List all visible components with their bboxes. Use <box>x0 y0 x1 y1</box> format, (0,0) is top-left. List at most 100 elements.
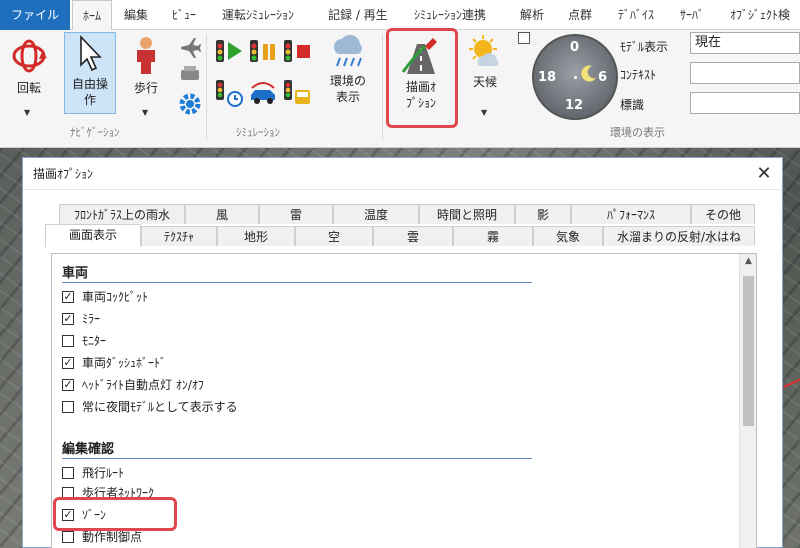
option-label: ﾓﾆﾀｰ <box>82 334 107 348</box>
checkbox[interactable]: ✓ <box>62 312 74 325</box>
play-traffic-icon[interactable] <box>214 36 244 66</box>
dialog-title: 描画ｵﾌﾟｼｮﾝ <box>23 158 782 190</box>
tab-clouds[interactable]: 雲 <box>373 226 453 246</box>
chevron-down-icon: ▼ <box>24 108 31 117</box>
car-icon[interactable] <box>248 78 278 108</box>
sign-field[interactable] <box>690 92 800 114</box>
cloud-rain-icon <box>333 34 362 67</box>
clock-label-6: 6 <box>598 70 608 85</box>
option-label: 車両ﾀﾞｯｼｭﾎﾞｰﾄﾞ <box>82 356 167 370</box>
tab-file[interactable]: ファイル <box>0 0 70 30</box>
group-separator <box>382 34 383 140</box>
weather-button[interactable]: 天候 ▼ <box>462 34 508 120</box>
tab-shadow[interactable]: 影 <box>515 204 571 224</box>
option-label: 常に夜間ﾓﾃﾞﾙとして表示する <box>82 400 238 414</box>
tab-wind[interactable]: 風 <box>185 204 259 224</box>
option-mirror[interactable]: ✓ ﾐﾗｰ <box>62 310 100 328</box>
option-monitor[interactable]: ﾓﾆﾀｰ <box>62 332 106 350</box>
tab-texture[interactable]: ﾃｸｽﾁｬ <box>141 226 217 246</box>
dial-center <box>574 76 577 79</box>
tab-home[interactable]: ﾎｰﾑ <box>72 0 112 31</box>
draw-options-dialog: 描画ｵﾌﾟｼｮﾝ ✕ ﾌﾛﾝﾄｶﾞﾗｽ上の雨水 風 雷 温度 時間と照明 影 ﾊ… <box>22 157 783 548</box>
tab-fog[interactable]: 霧 <box>453 226 533 246</box>
checkbox[interactable]: ✓ <box>62 378 74 391</box>
screen-display-panel: 車両 ✓ 車両ｺｯｸﾋﾟｯﾄ ✓ ﾐﾗｰ ﾓﾆﾀｰ ✓ 車両ﾀﾞｯｼｭﾎﾞｰﾄﾞ ✓ ﾍ… <box>51 253 757 548</box>
rotate-label: 回転 <box>16 81 41 95</box>
section-divider <box>62 458 532 459</box>
cursor-arrow-icon <box>80 34 102 72</box>
clock-toggle-checkbox[interactable] <box>518 32 530 44</box>
tab-terrain[interactable]: 地形 <box>217 226 295 246</box>
checkbox[interactable]: ✓ <box>62 356 74 369</box>
option-label: ﾍｯﾄﾞﾗｲﾄ自動点灯 ｵﾝ/ｵﾌ <box>82 378 204 392</box>
tab-lightning[interactable]: 雷 <box>259 204 333 224</box>
weather-label: 天候 <box>472 75 497 89</box>
context-field[interactable] <box>690 62 800 84</box>
close-icon[interactable]: ✕ <box>754 164 774 184</box>
sun-cloud-icon <box>469 35 499 66</box>
option-label: 飛行ﾙｰﾄ <box>82 466 125 480</box>
tab-server[interactable]: ｻｰﾊﾞ <box>680 0 704 30</box>
group-label-navigation: ﾅﾋﾞｹﾞｰｼｮﾝ <box>70 126 120 139</box>
checkbox[interactable] <box>62 400 74 413</box>
walk-button[interactable]: 歩行 ▼ <box>124 34 168 120</box>
model-display-select[interactable]: 現在 <box>690 32 800 54</box>
rotate-icon <box>12 39 47 73</box>
checkbox[interactable] <box>62 466 74 479</box>
free-operation-button[interactable]: 自由操 作 <box>64 32 116 114</box>
tab-puddle-reflection[interactable]: 水溜まりの反射/水はね <box>603 226 755 246</box>
tab-device[interactable]: ﾃﾞﾊﾞｲｽ <box>618 0 654 30</box>
environment-display-button[interactable]: 環境の 表示 <box>318 34 378 120</box>
tab-windshield-rain[interactable]: ﾌﾛﾝﾄｶﾞﾗｽ上の雨水 <box>59 204 185 224</box>
rotate-button[interactable]: 回転 ▼ <box>4 34 54 120</box>
free-operation-label-1: 自由操 <box>71 77 108 91</box>
option-flight-route[interactable]: 飛行ﾙｰﾄ <box>62 464 124 482</box>
scroll-thumb[interactable] <box>743 276 754 426</box>
model-display-label: ﾓﾃﾞﾙ表示 <box>620 40 669 54</box>
checkbox[interactable] <box>62 530 74 543</box>
pedestrian-icon <box>137 37 155 74</box>
tab-drive-simulation[interactable]: 運転ｼﾐｭﾚｰｼｮﾝ <box>222 0 294 30</box>
section-heading-edit-check: 編集確認 <box>62 442 115 457</box>
airplane-icon[interactable] <box>178 34 202 58</box>
stop-traffic-icon[interactable] <box>282 36 312 66</box>
tab-object-search[interactable]: ｵﾌﾞｼﾞｪｸﾄ検 <box>730 0 790 30</box>
walk-label: 歩行 <box>133 81 158 95</box>
tab-record-playback[interactable]: 記録 / 再生 <box>328 0 388 30</box>
option-headlight-auto[interactable]: ✓ ﾍｯﾄﾞﾗｲﾄ自動点灯 ｵﾝ/ｵﾌ <box>62 376 204 394</box>
tab-view[interactable]: ﾋﾞｭｰ <box>172 0 196 30</box>
tab-analysis[interactable]: 解析 <box>520 0 544 30</box>
tab-simulation-link[interactable]: ｼﾐｭﾚｰｼｮﾝ連携 <box>414 0 486 30</box>
option-label: ﾐﾗｰ <box>82 312 101 326</box>
tab-edit[interactable]: 編集 <box>124 0 148 30</box>
group-label-environment: 環境の表示 <box>610 126 665 139</box>
option-vehicle-dashboard[interactable]: ✓ 車両ﾀﾞｯｼｭﾎﾞｰﾄﾞ <box>62 354 166 372</box>
option-vehicle-cockpit[interactable]: ✓ 車両ｺｯｸﾋﾟｯﾄ <box>62 288 148 306</box>
gear-icon[interactable] <box>178 92 202 116</box>
tab-other[interactable]: その他 <box>691 204 755 224</box>
option-label: 車両ｺｯｸﾋﾟｯﾄ <box>82 290 149 304</box>
option-always-night-model[interactable]: 常に夜間ﾓﾃﾞﾙとして表示する <box>62 398 238 416</box>
clock-label-18: 18 <box>538 70 557 85</box>
steering-icon[interactable] <box>178 62 202 86</box>
tab-point-cloud[interactable]: 点群 <box>568 0 592 30</box>
vertical-scrollbar[interactable]: ▲ <box>739 254 756 548</box>
timer-traffic-icon[interactable] <box>214 78 244 108</box>
tab-temperature[interactable]: 温度 <box>333 204 419 224</box>
environment-display-label-1: 環境の <box>329 74 366 88</box>
checkbox[interactable] <box>62 334 74 347</box>
tab-screen-display[interactable]: 画面表示 <box>45 224 141 247</box>
zone-option-highlight <box>53 497 177 531</box>
ribbon-tab-bar: ファイル ﾎｰﾑ 編集 ﾋﾞｭｰ 運転ｼﾐｭﾚｰｼｮﾝ 記録 / 再生 ｼﾐｭﾚ… <box>0 0 800 31</box>
bus-traffic-icon[interactable] <box>282 78 312 108</box>
pause-traffic-icon[interactable] <box>248 36 278 66</box>
tab-weather[interactable]: 気象 <box>533 226 603 246</box>
time-of-day-dial[interactable]: 0 6 12 18 <box>532 34 618 120</box>
tab-sky[interactable]: 空 <box>295 226 373 246</box>
context-label: ｺﾝﾃｷｽﾄ <box>620 68 657 82</box>
tab-performance[interactable]: ﾊﾟﾌｫｰﾏﾝｽ <box>571 204 691 224</box>
draw-options-highlight <box>386 28 458 128</box>
tab-time-lighting[interactable]: 時間と照明 <box>419 204 515 224</box>
scroll-up-icon[interactable]: ▲ <box>740 256 756 266</box>
checkbox[interactable]: ✓ <box>62 290 74 303</box>
